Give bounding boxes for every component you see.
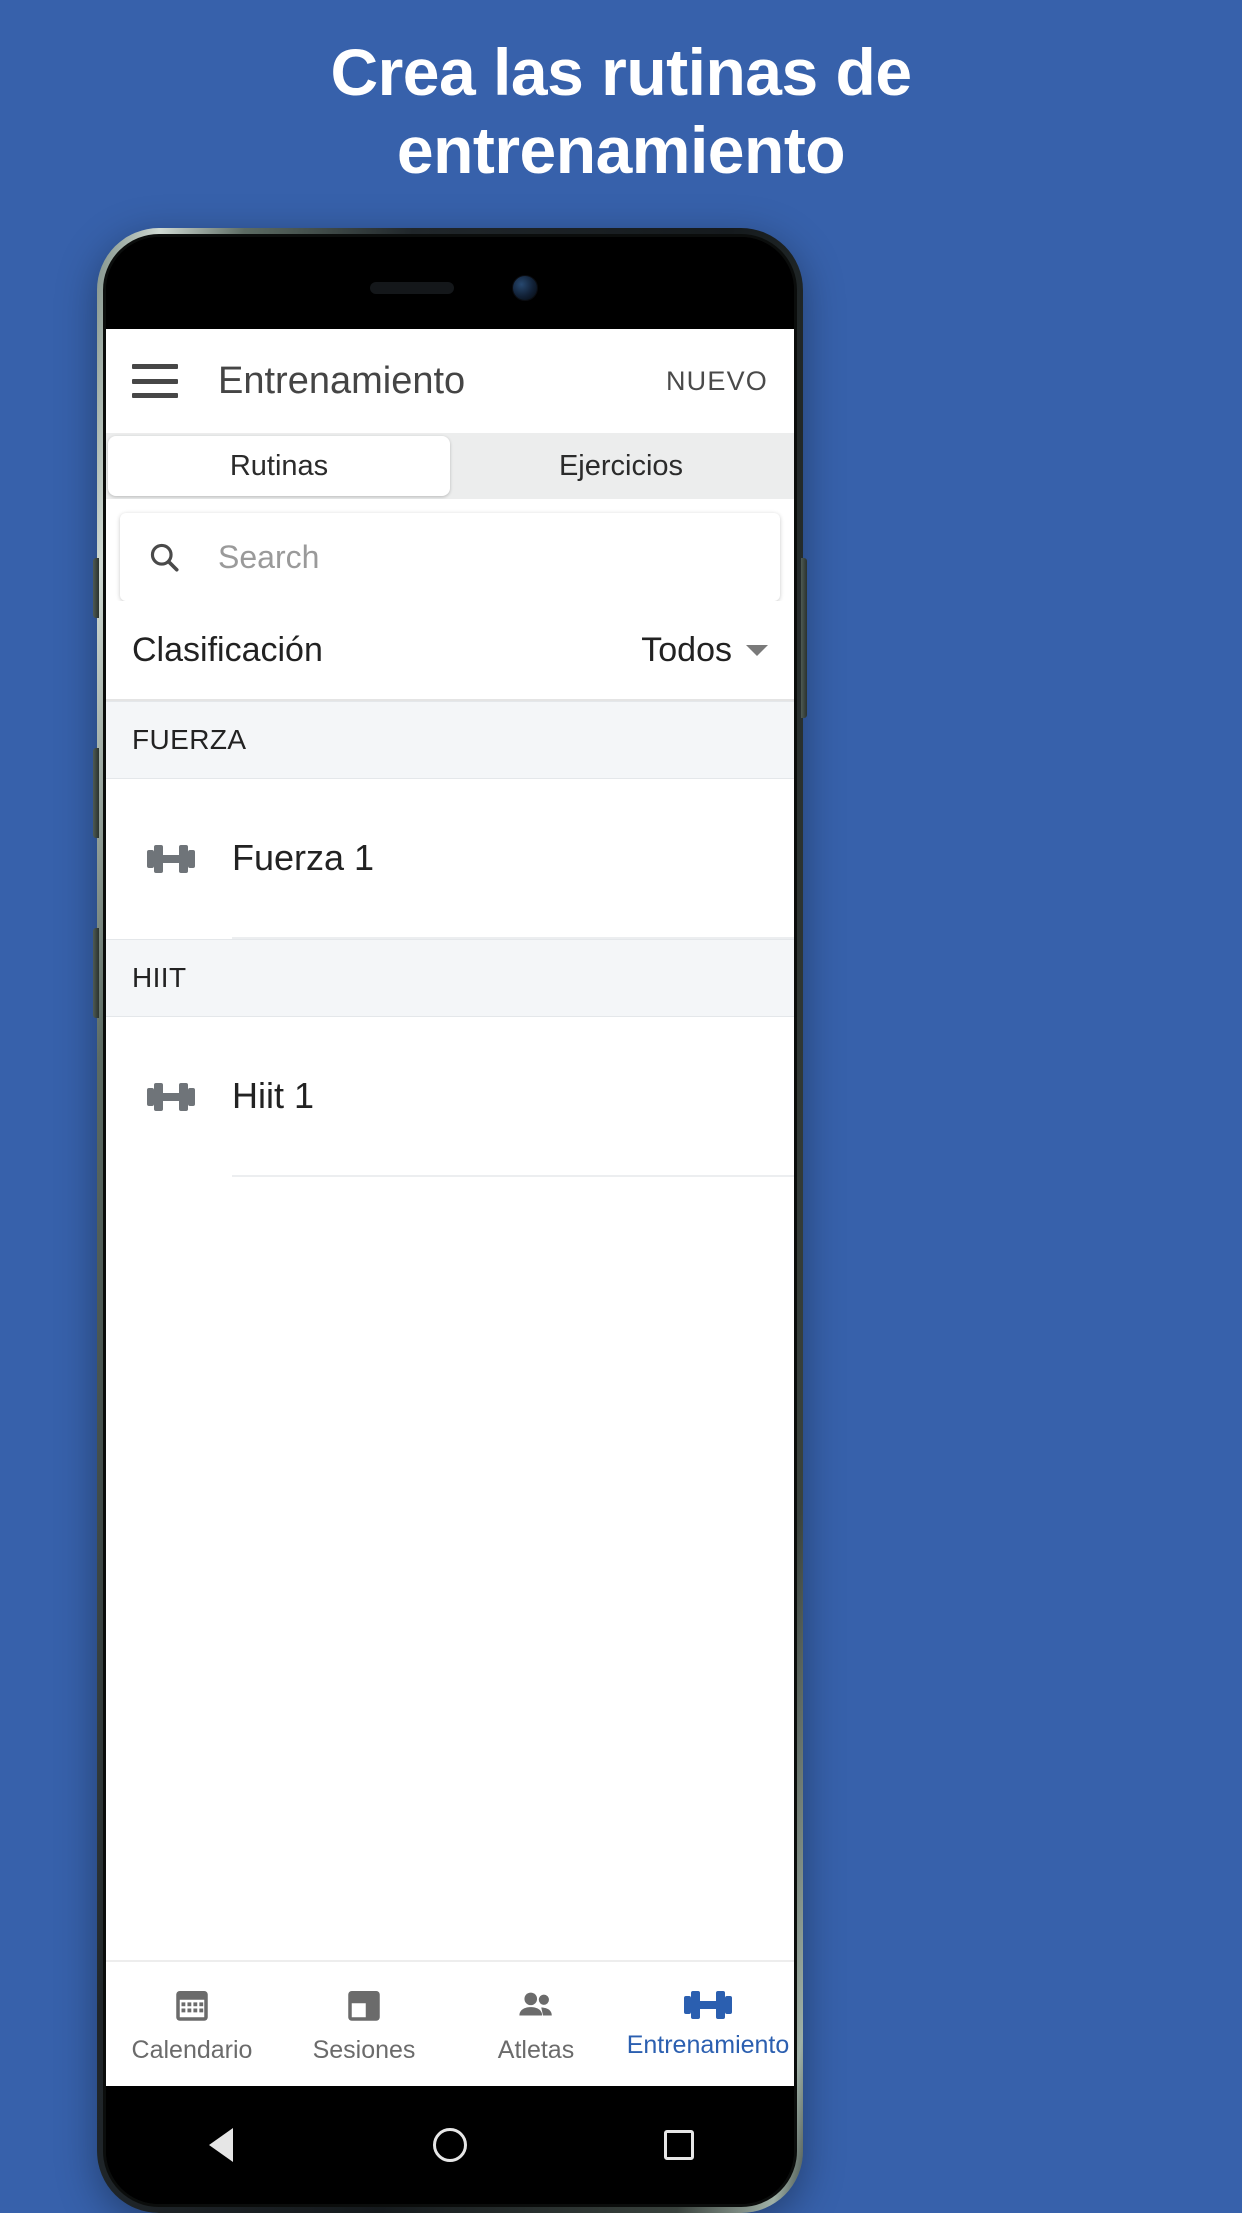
nav-label: Entrenamiento bbox=[626, 2030, 790, 2059]
list-item[interactable]: Hiit 1 bbox=[106, 1017, 794, 1177]
classification-value: Todos bbox=[641, 630, 732, 669]
tab-rutinas[interactable]: Rutinas bbox=[108, 436, 450, 496]
routines-list: FUERZA Fuerza 1 HIIT Hiit 1 bbox=[106, 701, 794, 1960]
headline-line-2: entrenamiento bbox=[396, 112, 846, 187]
tab-ejercicios-label: Ejercicios bbox=[558, 449, 684, 482]
page-title: Entrenamiento bbox=[218, 359, 466, 402]
classification-filter-row: Clasificación Todos bbox=[106, 601, 794, 701]
nav-label: Sesiones bbox=[312, 2035, 416, 2064]
search-input[interactable] bbox=[218, 538, 754, 576]
nav-item-atletas[interactable]: Atletas bbox=[450, 1962, 622, 2086]
hamburger-menu-icon[interactable] bbox=[132, 364, 178, 398]
nav-label: Atletas bbox=[497, 2035, 575, 2064]
nav-item-entrenamiento[interactable]: Entrenamiento bbox=[622, 1962, 794, 2086]
nav-item-sesiones[interactable]: Sesiones bbox=[278, 1962, 450, 2086]
list-item[interactable]: Fuerza 1 bbox=[106, 779, 794, 939]
phone-mockup: Entrenamiento NUEVO Rutinas Ejercicios S… bbox=[93, 228, 807, 2213]
phone-notch-area bbox=[106, 237, 794, 329]
search-icon bbox=[150, 543, 179, 572]
back-button[interactable] bbox=[199, 2123, 243, 2167]
classification-label: Clasificación bbox=[132, 630, 323, 669]
app-toolbar: Entrenamiento NUEVO bbox=[106, 329, 794, 433]
earpiece-speaker-icon bbox=[370, 282, 454, 294]
group-header-hiit: HIIT bbox=[106, 939, 794, 1017]
nav-item-calendario[interactable]: Calendario bbox=[106, 1962, 278, 2086]
app-screen: Entrenamiento NUEVO Rutinas Ejercicios S… bbox=[106, 329, 794, 2086]
nav-label: Calendario bbox=[131, 2035, 253, 2064]
tab-bar: Rutinas Ejercicios bbox=[106, 433, 794, 499]
recents-button[interactable] bbox=[657, 2123, 701, 2167]
bottom-navigation: Calendario Sesiones Atletas Entrenamient… bbox=[106, 1960, 794, 2086]
dumbbell-icon bbox=[684, 1990, 732, 2019]
people-icon bbox=[519, 1992, 552, 2015]
sessions-icon bbox=[348, 1990, 380, 2021]
marketing-headline: Crea las rutinas de entrenamiento bbox=[0, 34, 1242, 190]
volume-up-button[interactable] bbox=[93, 558, 99, 618]
chevron-down-icon bbox=[746, 644, 768, 656]
volume-down-button[interactable] bbox=[93, 748, 99, 838]
search-container bbox=[106, 499, 794, 601]
classification-dropdown[interactable]: Todos bbox=[641, 631, 768, 670]
dumbbell-icon bbox=[132, 843, 210, 875]
tab-ejercicios[interactable]: Ejercicios bbox=[450, 436, 792, 496]
power-button[interactable] bbox=[801, 558, 807, 718]
home-button[interactable] bbox=[428, 2123, 472, 2167]
android-navigation-bar bbox=[106, 2086, 794, 2204]
new-button[interactable]: NUEVO bbox=[666, 366, 768, 397]
phone-screen-area: Entrenamiento NUEVO Rutinas Ejercicios S… bbox=[103, 234, 797, 2207]
headline-line-1: Crea las rutinas de bbox=[330, 35, 912, 109]
list-item-label: Fuerza 1 bbox=[232, 779, 794, 939]
group-header-label: FUERZA bbox=[132, 724, 247, 755]
calendar-icon bbox=[176, 1990, 208, 2021]
group-header-fuerza: FUERZA bbox=[106, 701, 794, 779]
tab-rutinas-label: Rutinas bbox=[229, 449, 329, 482]
list-item-label: Hiit 1 bbox=[232, 1017, 794, 1177]
mute-switch[interactable] bbox=[93, 928, 99, 1018]
group-header-label: HIIT bbox=[132, 962, 187, 993]
dumbbell-icon bbox=[132, 1081, 210, 1113]
search-box[interactable] bbox=[120, 513, 780, 601]
front-camera-icon bbox=[512, 275, 538, 301]
